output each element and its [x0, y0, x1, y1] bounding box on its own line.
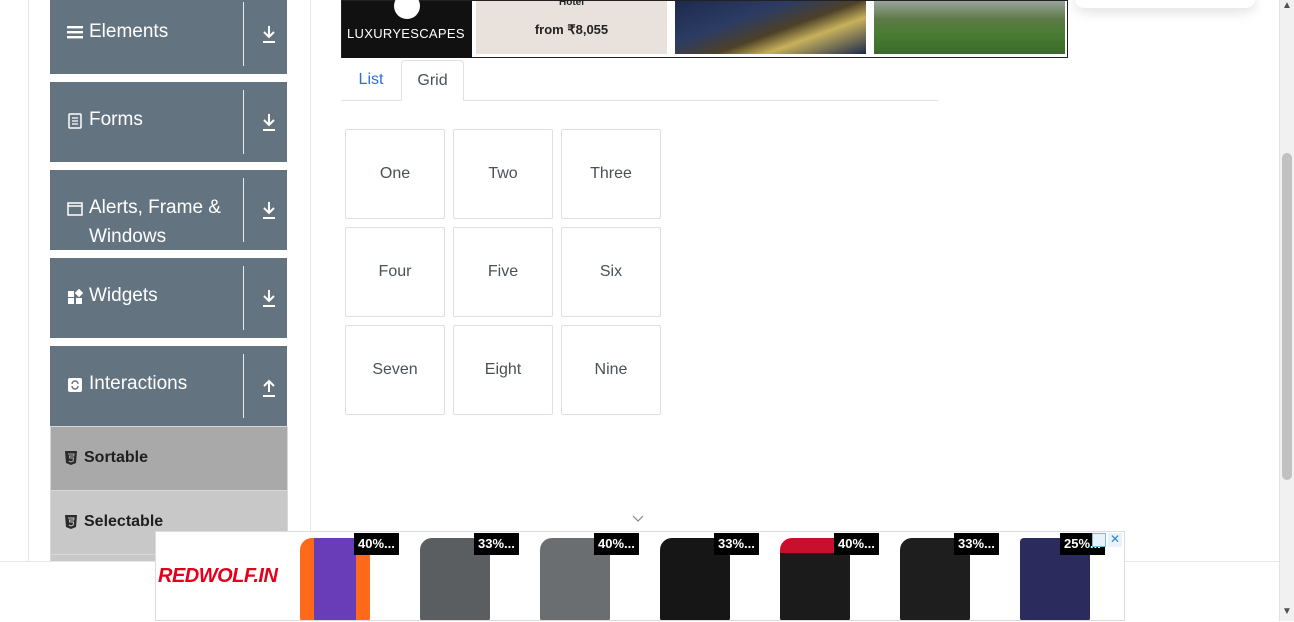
- group-label: Interactions: [89, 373, 188, 394]
- widgets-icon: [68, 289, 83, 304]
- grid-item[interactable]: Seven: [345, 325, 445, 415]
- brand-emblem-icon: [394, 0, 420, 19]
- divider: [243, 178, 244, 242]
- discount-badge: 40%...: [594, 533, 639, 555]
- group-widgets[interactable]: Widgets: [50, 258, 287, 338]
- discount-badge: 40%...: [354, 533, 399, 555]
- group-forms[interactable]: Forms: [50, 82, 287, 162]
- document-icon: [68, 113, 82, 129]
- group-label: Forms: [89, 109, 143, 130]
- grid-item[interactable]: Four: [345, 227, 445, 317]
- group-elements[interactable]: Elements: [50, 0, 287, 74]
- grid-item[interactable]: One: [345, 129, 445, 219]
- group-interactions[interactable]: Interactions: [50, 346, 287, 426]
- ad-product[interactable]: 33%...: [396, 532, 519, 620]
- left-rail: [28, 0, 29, 621]
- download-arrow-icon[interactable]: [260, 287, 278, 309]
- ad-info-icon[interactable]: [1092, 533, 1106, 547]
- discount-badge: 33%...: [714, 533, 759, 555]
- grid-item[interactable]: Nine: [561, 325, 661, 415]
- download-arrow-icon[interactable]: [260, 23, 278, 45]
- bottom-banner-ad[interactable]: REDWOLF.IN 40%... 33%... 40%... 33%... 4…: [155, 531, 1125, 621]
- refresh-icon: [68, 378, 82, 392]
- group-alerts-frame-windows[interactable]: Alerts, Frame & Windows: [50, 170, 287, 250]
- scroll-up-arrow-icon[interactable]: ▲: [1282, 0, 1292, 12]
- group-label-line2: Windows: [89, 226, 167, 247]
- close-icon[interactable]: ✕: [1108, 533, 1122, 547]
- tab-grid[interactable]: Grid: [401, 60, 464, 101]
- grid-item[interactable]: Three: [561, 129, 661, 219]
- window-icon: [67, 202, 83, 216]
- html5-icon: [65, 515, 77, 529]
- hotel-text: Hotel: [559, 0, 584, 8]
- scrollbar-thumb[interactable]: [1282, 153, 1292, 480]
- divider: [243, 2, 244, 66]
- grid-item[interactable]: Six: [561, 227, 661, 317]
- hotel-price: from ₹8,055: [534, 22, 609, 37]
- scroll-down-arrow-icon[interactable]: ▼: [1282, 606, 1292, 618]
- divider: [243, 354, 244, 418]
- ad-product[interactable]: 40%...: [516, 532, 639, 620]
- download-arrow-icon[interactable]: [260, 199, 278, 221]
- sidebar-item-label: Selectable: [84, 513, 164, 530]
- resort-photo[interactable]: [874, 1, 1065, 54]
- divider: [243, 90, 244, 154]
- sidebar-item-label: Sortable: [84, 449, 149, 466]
- ad-brand: REDWOLF.IN: [158, 565, 278, 587]
- discount-badge: 33%...: [954, 533, 999, 555]
- group-label: Widgets: [89, 285, 158, 306]
- grid-item[interactable]: Five: [453, 227, 553, 317]
- download-arrow-icon[interactable]: [260, 111, 278, 133]
- upload-arrow-icon[interactable]: [260, 375, 278, 397]
- ad-product[interactable]: 40%...: [276, 532, 399, 620]
- grid-item[interactable]: Two: [453, 129, 553, 219]
- hamburger-icon: [67, 26, 83, 39]
- brand-name: LUXURYESCAPES: [347, 26, 465, 41]
- group-label: Alerts, Frame &: [89, 197, 221, 218]
- hotel-offer-tile[interactable]: Hotel from ₹8,055: [476, 0, 667, 54]
- group-label: Elements: [89, 21, 169, 42]
- hotel-photo[interactable]: [675, 1, 866, 54]
- discount-badge: 33%...: [474, 533, 519, 555]
- ad-product[interactable]: 33%...: [876, 532, 999, 620]
- sidebar-border: [310, 0, 311, 621]
- chevron-down-icon[interactable]: [631, 513, 645, 523]
- floating-shadow: [1075, 0, 1255, 8]
- ad-product[interactable]: 33%...: [636, 532, 759, 620]
- html5-icon: [65, 451, 77, 465]
- sidebar-item-sortable[interactable]: Sortable: [50, 426, 288, 491]
- divider: [243, 266, 244, 330]
- ad-product[interactable]: 40%...: [756, 532, 879, 620]
- luxury-escapes-logo: LUXURYESCAPES: [342, 0, 472, 58]
- scrollbar[interactable]: ▲ ▼: [1279, 0, 1294, 621]
- tab-list[interactable]: List: [341, 60, 401, 101]
- top-banner-ad[interactable]: LUXURYESCAPES Hotel from ₹8,055: [341, 0, 1068, 58]
- grid-item[interactable]: Eight: [453, 325, 553, 415]
- discount-badge: 40%...: [834, 533, 879, 555]
